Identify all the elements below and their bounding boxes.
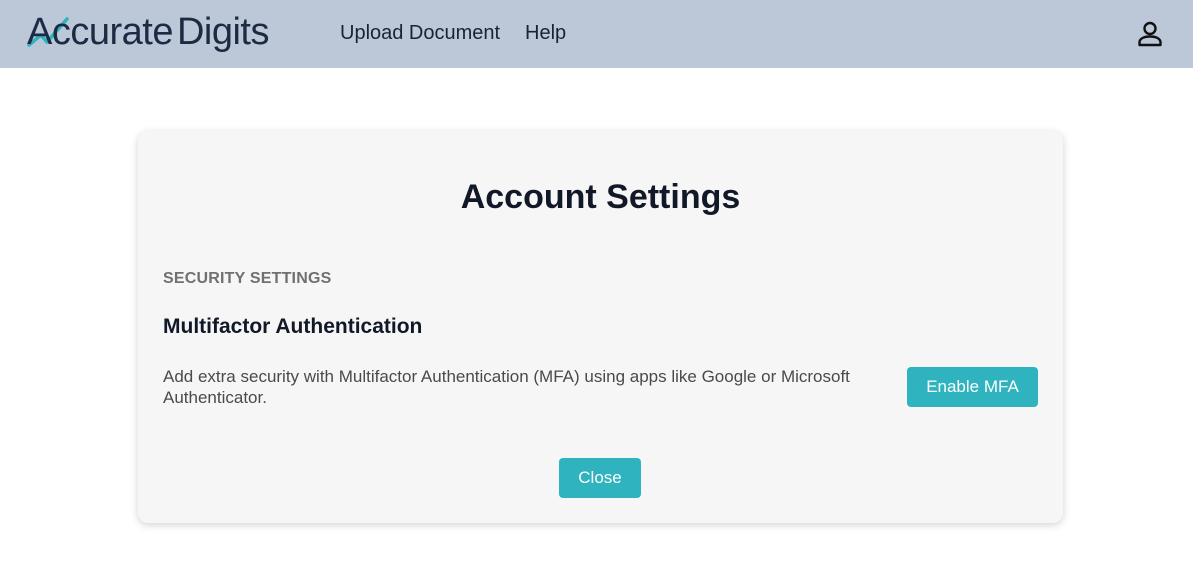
nav-upload-document[interactable]: Upload Document [340, 22, 500, 45]
security-settings-label: SECURITY SETTINGS [163, 270, 332, 287]
logo-text-digits: Digits [176, 11, 270, 53]
mfa-heading: Multifactor Authentication [163, 315, 423, 338]
account-settings-card: Account Settings SECURITY SETTINGS Multi… [138, 131, 1063, 523]
mfa-description: Add extra security with Multifactor Auth… [163, 367, 850, 407]
user-icon[interactable] [1136, 20, 1164, 48]
enable-mfa-button[interactable]: Enable MFA [907, 367, 1038, 407]
accurate-digits-logo[interactable]: Accurate Digits [27, 9, 270, 55]
close-button[interactable]: Close [559, 458, 641, 498]
top-navigation-bar: Accurate Digits Upload Document Help [0, 0, 1193, 68]
logo-text-accurate: Accurate [27, 11, 173, 53]
nav-help[interactable]: Help [525, 22, 566, 45]
page-title: Account Settings [460, 178, 741, 216]
